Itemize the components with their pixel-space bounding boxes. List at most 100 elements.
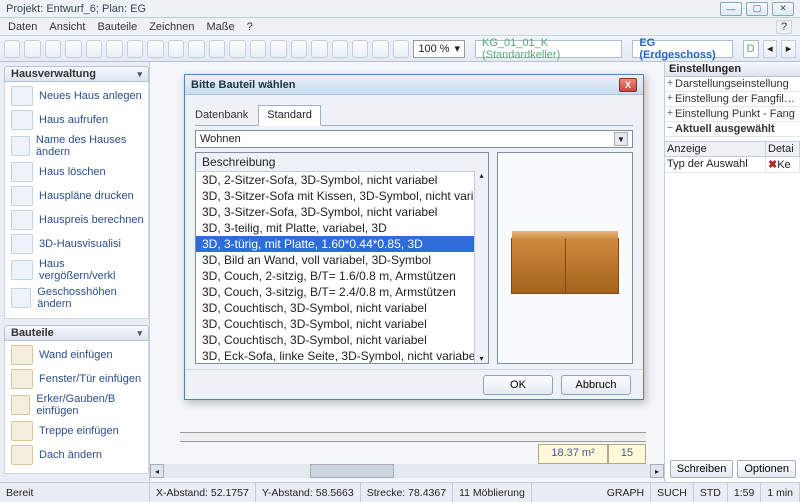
close-button[interactable]: ✕	[772, 2, 794, 16]
list-item[interactable]: 3D, 3-türig, mit Platte, 1.60*0.44*0.85,…	[196, 236, 488, 252]
part-preview	[497, 152, 633, 364]
sidebar-item-label: Haus vergößern/verkl	[39, 258, 144, 282]
plan-selector-1[interactable]: KG_01_01_K (Standardkeller)	[475, 40, 622, 58]
minimize-button[interactable]: —	[720, 2, 742, 16]
sidebar-item[interactable]: Neues Haus anlegen	[7, 84, 148, 108]
menu-bauteile[interactable]: Bauteile	[97, 21, 137, 33]
list-item[interactable]: 3D, 3-teilig, mit Platte, variabel, 3D	[196, 220, 488, 236]
toolbar-button[interactable]	[372, 40, 388, 58]
sidebar-item[interactable]: Haus löschen	[7, 160, 148, 184]
furniture-preview-icon	[511, 238, 619, 294]
tab-standard[interactable]: Standard	[258, 105, 321, 126]
sidebar-item[interactable]: 3D-Hausvisualisi	[7, 232, 148, 256]
part-list[interactable]: Beschreibung 3D, 2-Sitzer-Sofa, 3D-Symbo…	[195, 152, 489, 364]
scroll-left-icon[interactable]: ◂	[763, 40, 778, 58]
list-item[interactable]: 3D, Couchtisch, 3D-Symbol, nicht variabe…	[196, 332, 488, 348]
toolbar-button[interactable]	[311, 40, 327, 58]
toolbar-button[interactable]	[188, 40, 204, 58]
list-item[interactable]: 3D, 3-Sitzer-Sofa, 3D-Symbol, nicht vari…	[196, 204, 488, 220]
horizontal-scrollbar[interactable]: ◂ ▸	[150, 464, 664, 478]
menu-zeichnen[interactable]: Zeichnen	[149, 21, 194, 33]
schreiben-button[interactable]: Schreiben	[670, 460, 734, 478]
status-time1: 1:59	[728, 483, 761, 502]
cancel-button[interactable]: Abbruch	[561, 375, 631, 395]
optionen-button[interactable]: Optionen	[737, 460, 796, 478]
toolbar-button[interactable]	[4, 40, 20, 58]
price-calc-icon	[11, 210, 33, 230]
menu-bar: Daten Ansicht Bauteile Zeichnen Maße ? ?	[0, 18, 800, 36]
ok-button[interactable]: OK	[483, 375, 553, 395]
zoom-combo[interactable]: 100 %▾	[413, 40, 465, 58]
property-group[interactable]: +Einstellung der Fangfil…	[665, 92, 800, 107]
toolbar-button[interactable]	[270, 40, 286, 58]
menu-ansicht[interactable]: Ansicht	[49, 21, 85, 33]
list-column-header[interactable]: Beschreibung	[196, 153, 488, 172]
list-item[interactable]: 3D, Couchtisch, 3D-Symbol, nicht variabe…	[196, 300, 488, 316]
dialog-close-button[interactable]: X	[619, 78, 637, 92]
toolbar-button[interactable]	[332, 40, 348, 58]
category-combo[interactable]: Wohnen ▼	[195, 130, 633, 148]
scroll-right-icon[interactable]: ▸	[650, 464, 664, 478]
sidebar-item[interactable]: Dach ändern	[7, 443, 148, 467]
sidebar-item[interactable]: Hauspreis berechnen	[7, 208, 148, 232]
toolbar-button[interactable]	[352, 40, 368, 58]
sidebar-item[interactable]: Haus vergößern/verkl	[7, 256, 148, 284]
sidebar-item[interactable]: Erker/Gauben/B einfügen	[7, 391, 148, 419]
toolbar-button[interactable]	[127, 40, 143, 58]
list-item[interactable]: 3D, Couch, 3-sitzig, B/T= 2.4/0.8 m, Arm…	[196, 284, 488, 300]
plan-selector-active[interactable]: EG (Erdgeschoss)	[632, 40, 732, 58]
property-group[interactable]: +Einstellung Punkt - Fang	[665, 107, 800, 122]
visualize-3d-icon	[11, 234, 33, 254]
plan-selector-2[interactable]: D	[743, 40, 759, 58]
window-titlebar: Projekt: Entwurf_6; Plan: EG — ▢ ✕	[0, 0, 800, 18]
sidebar-header-label: Bauteile	[11, 327, 54, 339]
scroll-right-icon[interactable]: ▸	[781, 40, 796, 58]
menu-help[interactable]: ?	[247, 21, 253, 33]
sidebar-header-bauteile[interactable]: Bauteile▾	[4, 325, 149, 341]
sidebar-item[interactable]: Treppe einfügen	[7, 419, 148, 443]
status-such: SUCH	[651, 483, 694, 502]
sidebar-item[interactable]: Hauspläne drucken	[7, 184, 148, 208]
scroll-left-icon[interactable]: ◂	[150, 464, 164, 478]
stairs-icon	[11, 421, 33, 441]
prop-col-detail[interactable]: Detai	[766, 142, 800, 156]
list-item[interactable]: 3D, Couchtisch, 3D-Symbol, nicht variabe…	[196, 316, 488, 332]
toolbar-button[interactable]	[291, 40, 307, 58]
toolbar-button[interactable]	[168, 40, 184, 58]
list-item[interactable]: 3D, Couch, 2-sitzig, B/T= 1.6/0.8 m, Arm…	[196, 268, 488, 284]
dialog-titlebar[interactable]: Bitte Bauteil wählen X	[185, 75, 643, 95]
list-item[interactable]: 3D, Eck-Sofa, linke Seite, 3D-Symbol, ni…	[196, 348, 488, 364]
sidebar-item-label: Haus löschen	[39, 166, 106, 178]
toolbar-button[interactable]	[209, 40, 225, 58]
toolbar-button[interactable]	[229, 40, 245, 58]
toolbar-button[interactable]	[250, 40, 266, 58]
toolbar-button[interactable]	[65, 40, 81, 58]
list-scrollbar[interactable]	[474, 171, 488, 363]
menu-daten[interactable]: Daten	[8, 21, 37, 33]
toolbar-button[interactable]	[393, 40, 409, 58]
toolbar-button[interactable]	[86, 40, 102, 58]
sidebar-header-hausverwaltung[interactable]: Hausverwaltung▾	[4, 66, 149, 82]
toolbar-button[interactable]	[45, 40, 61, 58]
property-group[interactable]: −Aktuell ausgewählt	[665, 122, 800, 137]
toolbar-button[interactable]	[147, 40, 163, 58]
sidebar-item[interactable]: Haus aufrufen	[7, 108, 148, 132]
sidebar-item[interactable]: Geschosshöhen ändern	[7, 284, 148, 312]
sidebar-item[interactable]: Wand einfügen	[7, 343, 148, 367]
sidebar-item[interactable]: Fenster/Tür einfügen	[7, 367, 148, 391]
help-icon[interactable]: ?	[776, 20, 792, 34]
list-item[interactable]: 3D, 3-Sitzer-Sofa mit Kissen, 3D-Symbol,…	[196, 188, 488, 204]
property-group[interactable]: +Darstellungseinstellung	[665, 77, 800, 92]
maximize-button[interactable]: ▢	[746, 2, 768, 16]
scrollbar-thumb[interactable]	[310, 464, 394, 478]
sidebar-item[interactable]: Name des Hauses ändern	[7, 132, 148, 160]
status-time2: 1 min	[761, 483, 800, 502]
toolbar-button[interactable]	[106, 40, 122, 58]
floor-heights-icon	[11, 288, 31, 308]
toolbar-button[interactable]	[24, 40, 40, 58]
menu-masse[interactable]: Maße	[206, 21, 234, 33]
list-item[interactable]: 3D, 2-Sitzer-Sofa, 3D-Symbol, nicht vari…	[196, 172, 488, 188]
prop-col-anzeige[interactable]: Anzeige	[665, 142, 766, 156]
house-new-icon	[11, 86, 33, 106]
list-item[interactable]: 3D, Bild an Wand, voll variabel, 3D-Symb…	[196, 252, 488, 268]
